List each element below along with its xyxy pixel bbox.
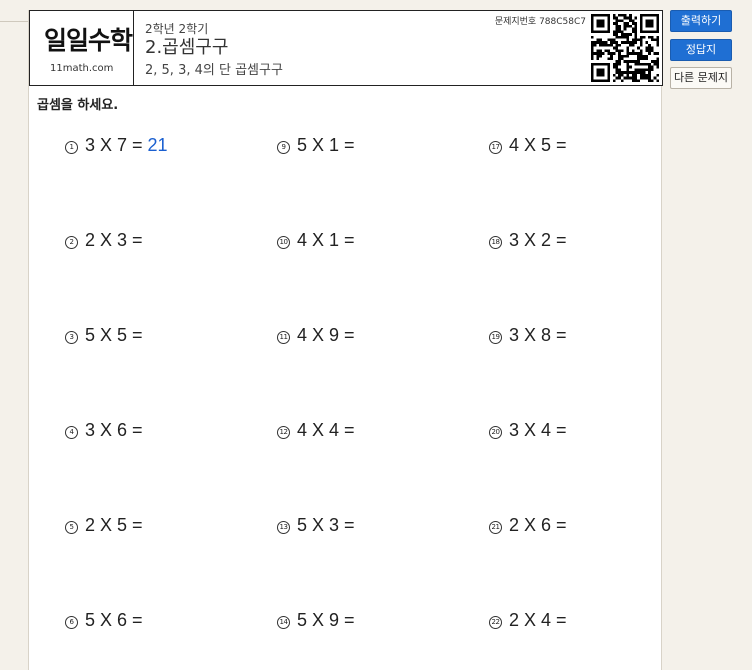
problem-number: 13 [277,521,290,534]
problem-number: 17 [489,141,502,154]
site-url: 11math.com [50,63,114,74]
problem-expression: 4 X 1 = [297,230,355,250]
problem-number: 9 [277,141,290,154]
problem-item: 11 4 X 9 = [277,324,355,346]
problem-item: 1 3 X 7 = 21 [65,134,168,156]
problem-expression: 3 X 4 = [509,420,567,440]
problem-item: 9 5 X 1 = [277,134,355,156]
problem-number: 19 [489,331,502,344]
logo: 일일수학 [44,26,133,55]
problem-item: 4 3 X 6 = [65,419,143,441]
problem-number: 10 [277,236,290,249]
problem-number: 21 [489,521,502,534]
instruction: 곱셈을 하세요. [37,98,119,113]
problem-item: 22 2 X 4 = [489,609,567,631]
problem-item: 20 3 X 4 = [489,419,567,441]
worksheet-header: 일일수학 11math.com 2학년 2학기 2.곱셈구구 2, 5, 3, … [29,10,663,86]
worksheet-subtitle: 2, 5, 3, 4의 단 곱셈구구 [145,63,283,78]
problem-item: 13 5 X 3 = [277,514,355,536]
problem-expression: 4 X 9 = [297,325,355,345]
problem-expression: 2 X 6 = [509,515,567,535]
problem-item: 6 5 X 6 = [65,609,143,631]
background-rule [0,21,28,22]
worksheet-title: 2.곱셈구구 [145,37,229,58]
problem-item: 5 2 X 5 = [65,514,143,536]
problem-item: 12 4 X 4 = [277,419,355,441]
problem-expression: 5 X 9 = [297,610,355,630]
problem-number: 20 [489,426,502,439]
logo-box: 일일수학 11math.com [30,11,134,85]
problem-number: 14 [277,616,290,629]
problem-expression: 4 X 4 = [297,420,355,440]
problem-expression: 3 X 2 = [509,230,567,250]
problem-number: 18 [489,236,502,249]
problem-expression: 3 X 8 = [509,325,567,345]
problem-item: 18 3 X 2 = [489,229,567,251]
problem-expression: 5 X 3 = [297,515,355,535]
worksheet-code: 문제지번호 788C58C7 [494,17,586,27]
qr-code-icon [591,14,659,82]
problem-item: 17 4 X 5 = [489,134,567,156]
problem-item: 14 5 X 9 = [277,609,355,631]
problem-item: 19 3 X 8 = [489,324,567,346]
problem-number: 1 [65,141,78,154]
problem-expression: 5 X 6 = [85,610,143,630]
problem-expression: 2 X 5 = [85,515,143,535]
problem-answer: 21 [147,135,168,155]
worksheet: 일일수학 11math.com 2학년 2학기 2.곱셈구구 2, 5, 3, … [28,10,663,670]
problem-number: 12 [277,426,290,439]
problem-expression: 3 X 7 = [85,135,143,155]
problem-number: 5 [65,521,78,534]
problem-expression: 5 X 5 = [85,325,143,345]
problem-item: 3 5 X 5 = [65,324,143,346]
worksheet-info: 2학년 2학기 2.곱셈구구 2, 5, 3, 4의 단 곱셈구구 [145,20,283,78]
problem-number: 6 [65,616,78,629]
problem-item: 21 2 X 6 = [489,514,567,536]
problem-expression: 2 X 4 = [509,610,567,630]
other-worksheet-button[interactable]: 다른 문제지 [670,67,732,89]
problem-item: 10 4 X 1 = [277,229,355,251]
print-button[interactable]: 출력하기 [670,10,732,32]
problem-expression: 3 X 6 = [85,420,143,440]
problem-expression: 5 X 1 = [297,135,355,155]
answer-sheet-button[interactable]: 정답지 [670,39,732,61]
problem-number: 2 [65,236,78,249]
problem-item: 2 2 X 3 = [65,229,143,251]
problem-number: 3 [65,331,78,344]
problem-expression: 4 X 5 = [509,135,567,155]
grade-label: 2학년 2학기 [145,22,209,36]
problem-expression: 2 X 3 = [85,230,143,250]
problem-number: 4 [65,426,78,439]
problem-number: 11 [277,331,290,344]
problem-number: 22 [489,616,502,629]
